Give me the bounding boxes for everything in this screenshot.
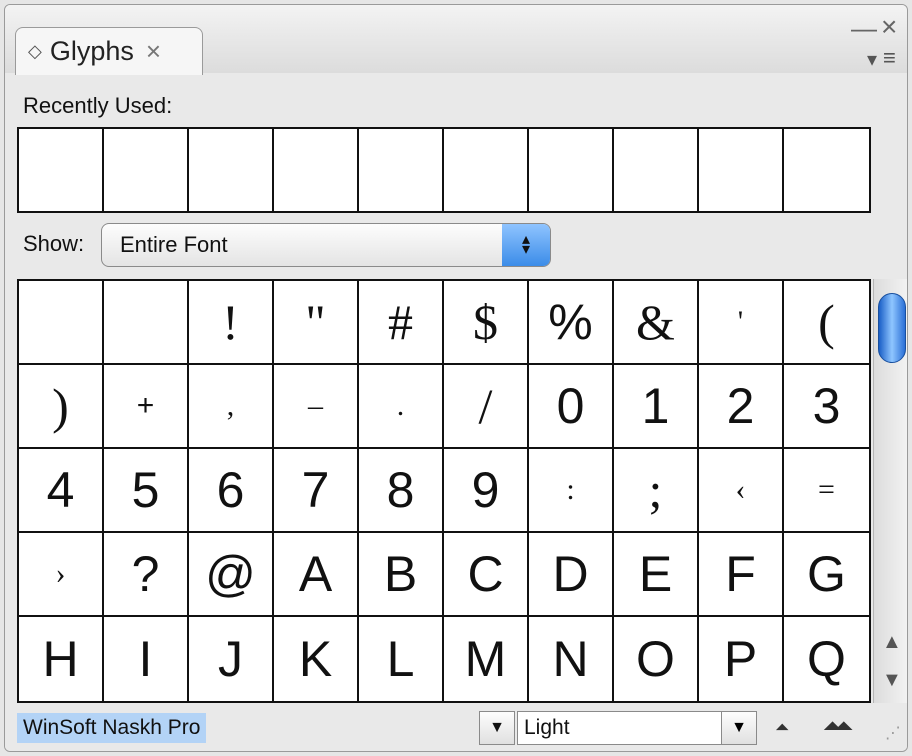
recent-glyph-cell[interactable] bbox=[784, 129, 869, 211]
glyph-cell[interactable]: + bbox=[104, 365, 189, 449]
glyph-cell[interactable]: " bbox=[274, 281, 359, 365]
glyph-cell[interactable]: L bbox=[359, 617, 444, 701]
glyph-cell[interactable]: O bbox=[614, 617, 699, 701]
recent-glyph-cell[interactable] bbox=[614, 129, 699, 211]
glyph-cell[interactable]: 3 bbox=[784, 365, 869, 449]
glyph-cell[interactable]: D bbox=[529, 533, 614, 617]
glyph-cell[interactable]: Q bbox=[784, 617, 869, 701]
glyph-cell[interactable]: 5 bbox=[104, 449, 189, 533]
glyph-cell[interactable]: ; bbox=[614, 449, 699, 533]
glyph-cell[interactable]: H bbox=[19, 617, 104, 701]
recent-glyph-cell[interactable] bbox=[444, 129, 529, 211]
scroll-thumb[interactable] bbox=[878, 293, 906, 363]
zoom-out-icon[interactable]: ⏶ bbox=[775, 717, 789, 738]
glyph-cell[interactable]: A bbox=[274, 533, 359, 617]
font-style-field[interactable]: Light ▼ bbox=[517, 711, 757, 745]
tab-label: Glyphs bbox=[49, 36, 134, 66]
recent-glyph-cell[interactable] bbox=[699, 129, 784, 211]
resize-grip-icon[interactable]: ⋰ bbox=[885, 723, 901, 743]
glyph-cell[interactable]: 9 bbox=[444, 449, 529, 533]
glyph-cell[interactable]: ? bbox=[104, 533, 189, 617]
glyph-cell[interactable] bbox=[19, 281, 104, 365]
glyph-cell[interactable]: E bbox=[614, 533, 699, 617]
glyph-cell[interactable]: ! bbox=[189, 281, 274, 365]
recent-glyph-cell[interactable] bbox=[104, 129, 189, 211]
font-family-dropdown-button[interactable]: ▼ bbox=[479, 711, 515, 745]
font-bar: WinSoft Naskh Pro ▼ Light ▼ ⏶ ⏶⏶ ⋰ bbox=[5, 705, 907, 751]
zoom-in-icon[interactable]: ⏶⏶ bbox=[823, 713, 854, 741]
glyph-cell[interactable]: , bbox=[189, 365, 274, 449]
glyph-cell[interactable]: F bbox=[699, 533, 784, 617]
glyph-cell[interactable]: & bbox=[614, 281, 699, 365]
glyph-cell[interactable]: 4 bbox=[19, 449, 104, 533]
recent-glyph-cell[interactable] bbox=[274, 129, 359, 211]
glyph-cell[interactable]: : bbox=[529, 449, 614, 533]
glyph-cell[interactable]: ) bbox=[19, 365, 104, 449]
glyph-cell[interactable]: ‹ bbox=[699, 449, 784, 533]
tab-close-icon[interactable]: × bbox=[146, 36, 161, 67]
glyph-cell[interactable]: N bbox=[529, 617, 614, 701]
glyph-cell[interactable]: 2 bbox=[699, 365, 784, 449]
glyph-cell[interactable]: $ bbox=[444, 281, 529, 365]
glyph-cell[interactable]: / bbox=[444, 365, 529, 449]
glyph-cell[interactable]: . bbox=[359, 365, 444, 449]
glyph-cell[interactable]: 0 bbox=[529, 365, 614, 449]
show-dropdown-value: Entire Font bbox=[120, 232, 228, 257]
glyph-cell[interactable]: = bbox=[784, 449, 869, 533]
glyph-cell[interactable]: 8 bbox=[359, 449, 444, 533]
glyph-cell[interactable]: 6 bbox=[189, 449, 274, 533]
panel-titlebar: ◇ Glyphs × — × ▾ ≡ bbox=[5, 5, 907, 75]
glyph-cell[interactable]: › bbox=[19, 533, 104, 617]
scroll-up-icon[interactable]: ▲ bbox=[882, 631, 902, 654]
glyph-cell[interactable]: I bbox=[104, 617, 189, 701]
glyph-grid: ! " # $% & '() +, –./0 1 2 3 4 5 6 7 8 9:; ‹ = ›? @ A B C D E F G H I… bbox=[17, 279, 871, 703]
dropdown-updown-icon: ▴ ▾ bbox=[502, 224, 550, 266]
minimize-icon[interactable]: — bbox=[851, 13, 877, 44]
glyph-cell[interactable]: @ bbox=[189, 533, 274, 617]
glyph-cell[interactable]: 7 bbox=[274, 449, 359, 533]
show-dropdown[interactable]: Entire Font ▴ ▾ bbox=[101, 223, 551, 267]
recent-glyph-cell[interactable] bbox=[359, 129, 444, 211]
close-icon[interactable]: × bbox=[881, 11, 897, 43]
glyph-cell[interactable]: # bbox=[359, 281, 444, 365]
panel-menu-arrow-icon[interactable]: ▾ bbox=[867, 47, 877, 72]
font-style-dropdown-button[interactable]: ▼ bbox=[721, 712, 756, 744]
glyph-scrollbar[interactable]: ▲ ▼ bbox=[873, 279, 907, 703]
glyph-cell[interactable]: B bbox=[359, 533, 444, 617]
recent-glyph-cell[interactable] bbox=[529, 129, 614, 211]
recently-used-grid bbox=[17, 127, 871, 213]
glyph-cell[interactable]: C bbox=[444, 533, 529, 617]
glyph-cell[interactable]: K bbox=[274, 617, 359, 701]
recent-glyph-cell[interactable] bbox=[19, 129, 104, 211]
tab-arrows-icon: ◇ bbox=[28, 41, 42, 61]
show-label: Show: bbox=[23, 231, 85, 256]
scroll-down-icon[interactable]: ▼ bbox=[882, 669, 902, 692]
glyph-cell[interactable]: % bbox=[529, 281, 614, 365]
font-style-value: Light bbox=[524, 716, 570, 739]
glyph-cell[interactable] bbox=[104, 281, 189, 365]
glyph-cell[interactable]: G bbox=[784, 533, 869, 617]
glyph-cell[interactable]: P bbox=[699, 617, 784, 701]
glyph-cell[interactable]: ' bbox=[699, 281, 784, 365]
font-family-field[interactable]: WinSoft Naskh Pro bbox=[17, 713, 207, 743]
recent-glyph-cell[interactable] bbox=[189, 129, 274, 211]
glyph-cell[interactable]: ( bbox=[784, 281, 869, 365]
glyph-cell[interactable]: – bbox=[274, 365, 359, 449]
glyphs-tab[interactable]: ◇ Glyphs × bbox=[15, 27, 203, 75]
glyph-cell[interactable]: J bbox=[189, 617, 274, 701]
recently-used-label: Recently Used: bbox=[23, 93, 173, 118]
glyph-cell[interactable]: 1 bbox=[614, 365, 699, 449]
glyph-cell[interactable]: M bbox=[444, 617, 529, 701]
panel-menu-icon[interactable]: ≡ bbox=[883, 45, 896, 71]
glyphs-panel: ◇ Glyphs × — × ▾ ≡ Recently Used: Show: … bbox=[4, 4, 908, 752]
